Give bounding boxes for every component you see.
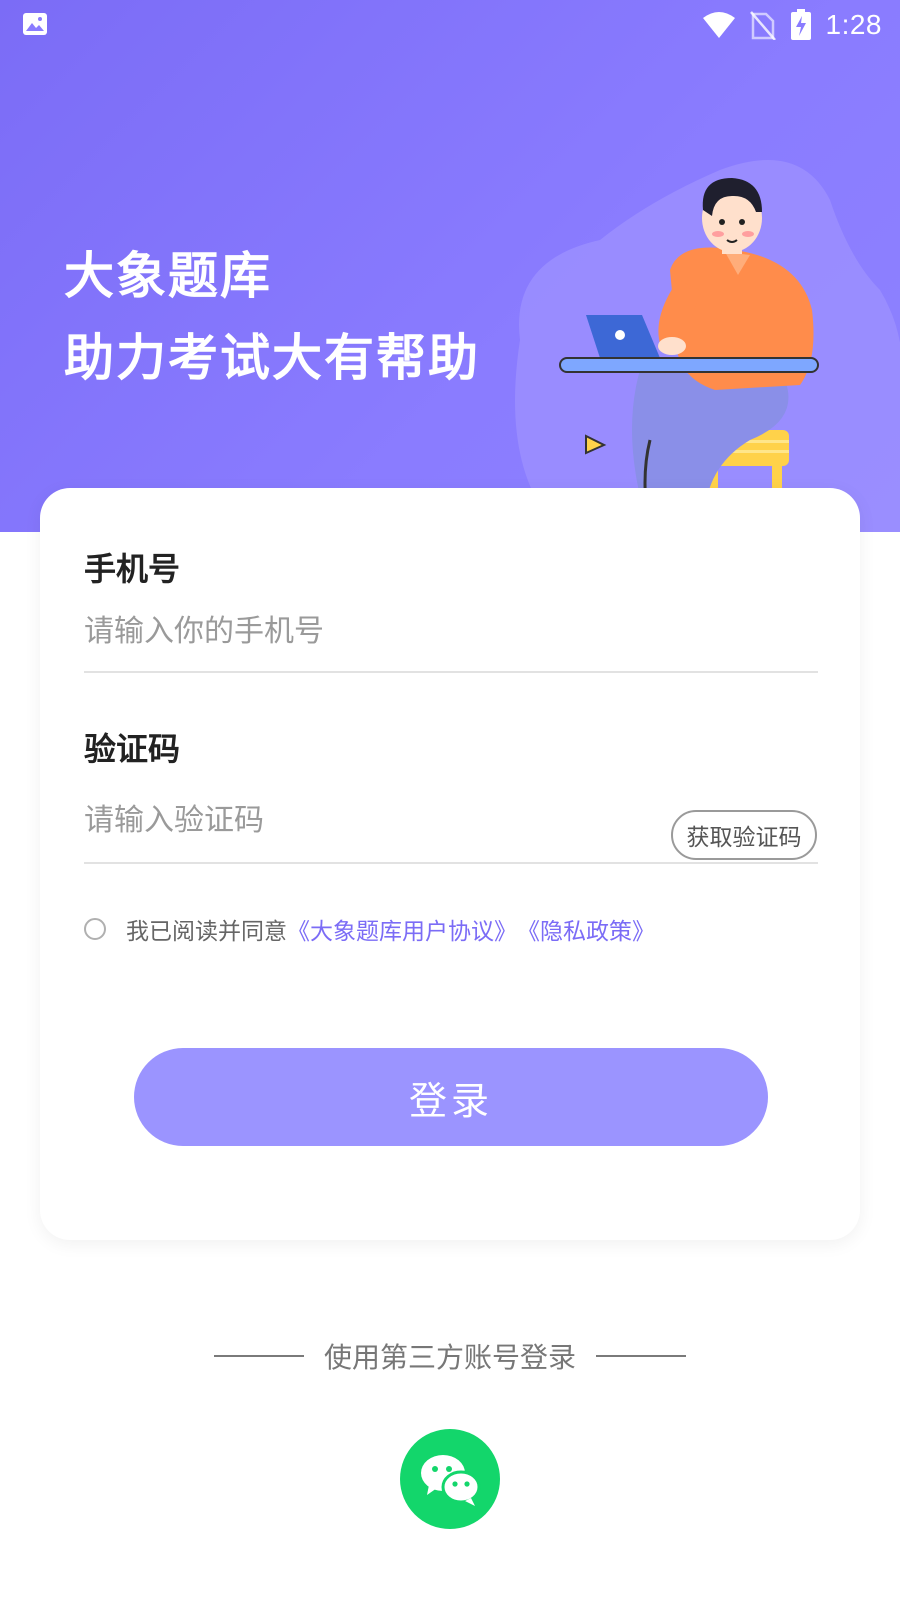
- wechat-icon: [421, 1455, 481, 1506]
- code-label: 验证码: [84, 730, 181, 768]
- divider-line-left: [213, 1355, 304, 1357]
- third-party-label: 使用第三方账号登录: [323, 1341, 576, 1374]
- agreement-prefix: 我已阅读并同意: [126, 919, 287, 945]
- hero-title: 大象题库: [64, 247, 272, 305]
- privacy-policy-link[interactable]: 《隐私政策》: [517, 912, 655, 946]
- get-code-button[interactable]: 获取验证码: [671, 810, 817, 860]
- wechat-login-button[interactable]: [400, 1429, 500, 1529]
- status-icons: 1:28: [702, 0, 883, 50]
- student-laptop-illustration: [515, 160, 900, 532]
- hero-banner: 1:28 大象题库 助力考试大有帮助: [0, 0, 900, 532]
- phone-label: 手机号: [84, 550, 181, 588]
- divider-line-right: [596, 1355, 686, 1357]
- login-button[interactable]: 登录: [134, 1048, 768, 1146]
- login-card: 手机号 验证码 获取验证码 我已阅读并同意 《大象题库用户协议》 《隐私政策》 …: [40, 488, 860, 1240]
- hero-subtitle: 助力考试大有帮助: [64, 329, 480, 387]
- code-divider: [84, 862, 818, 864]
- phone-divider: [84, 671, 818, 673]
- battery-charging-icon: [790, 9, 811, 40]
- status-bar: 1:28: [0, 0, 900, 50]
- code-input[interactable]: [84, 795, 624, 845]
- agreement-radio[interactable]: [84, 918, 106, 940]
- status-time: 1:28: [825, 9, 882, 40]
- wifi-icon: [702, 12, 735, 38]
- phone-input[interactable]: [84, 606, 674, 656]
- agreement-row: 我已阅读并同意 《大象题库用户协议》 《隐私政策》: [84, 912, 655, 946]
- third-party-login-divider: 使用第三方账号登录: [0, 1336, 900, 1376]
- no-sim-icon: [749, 11, 776, 40]
- user-agreement-link[interactable]: 《大象题库用户协议》: [287, 912, 517, 946]
- image-icon: [23, 13, 47, 35]
